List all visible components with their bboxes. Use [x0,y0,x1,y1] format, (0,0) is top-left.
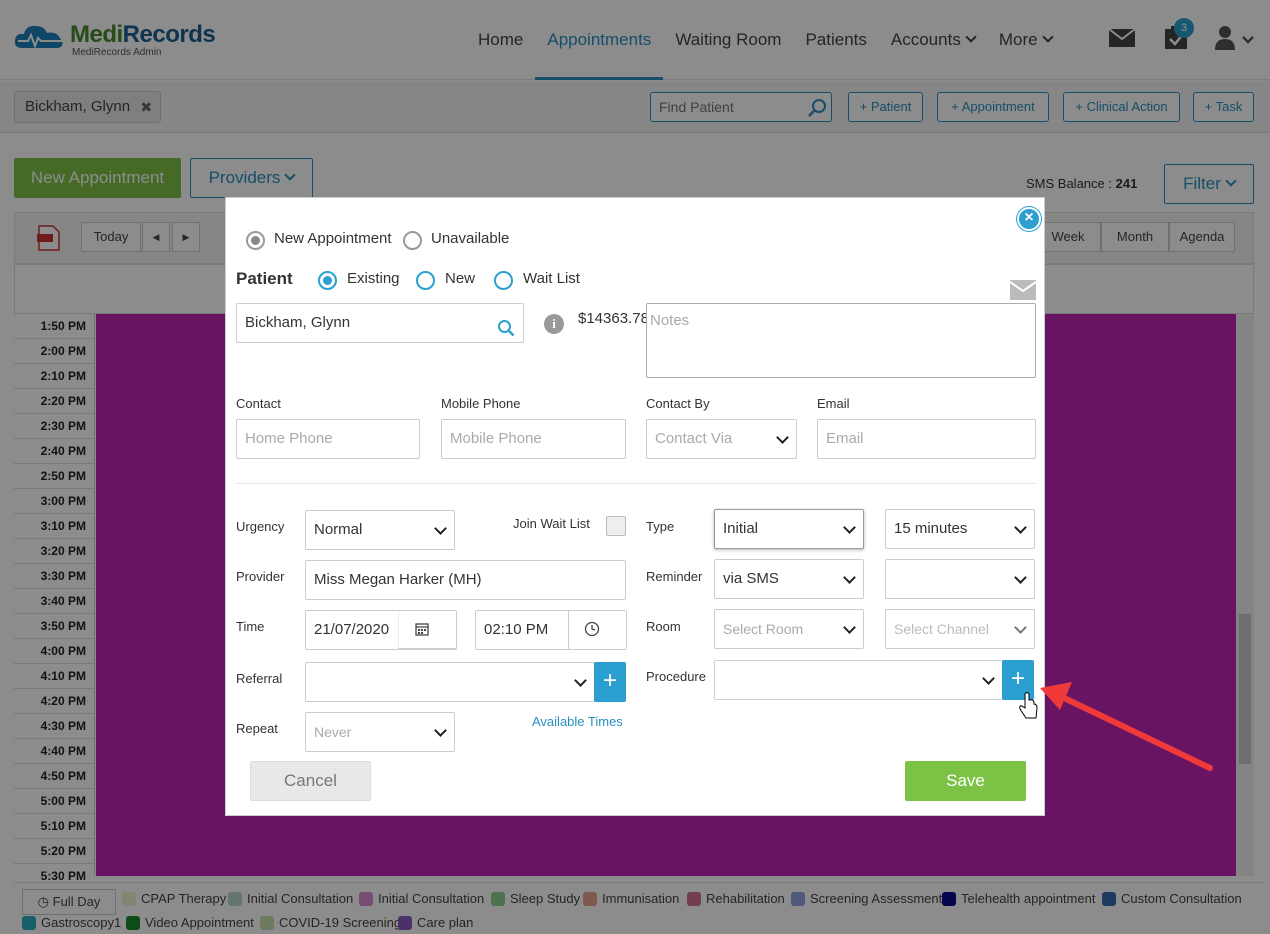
patient-balance: $14363.78 [578,310,646,327]
repeat-label: Repeat [236,721,278,736]
new-patient-radio[interactable] [416,271,435,290]
duration-value: 15 minutes [894,520,968,537]
room-label: Room [646,619,681,634]
repeat-value: Never [314,724,352,740]
urgency-label: Urgency [236,519,285,534]
contact-via-select[interactable]: Contact Via [646,419,797,459]
chevron-down-icon [1014,621,1027,634]
time-label: Time [236,619,265,634]
type-label: Type [646,519,675,534]
reminder-select[interactable]: via SMS [714,559,864,599]
save-button[interactable]: Save [905,761,1026,801]
reminder-label: Reminder [646,569,703,584]
mobile-phone-label: Mobile Phone [441,396,521,411]
chevron-down-icon [1014,521,1027,534]
cancel-button[interactable]: Cancel [250,761,371,801]
email-input[interactable]: Email [817,419,1036,459]
new-patient-label: New [445,270,476,287]
close-icon[interactable]: × [1017,207,1041,231]
time-value: 02:10 PM [484,621,549,638]
search-icon[interactable] [497,314,515,342]
existing-patient-radio[interactable] [318,271,337,290]
join-wait-list-label: Join Wait List [513,516,590,531]
date-value: 21/07/2020 [314,621,390,638]
home-phone-input[interactable]: Home Phone [236,419,420,459]
info-icon[interactable]: i [544,314,564,334]
new-appointment-radio[interactable] [246,231,265,250]
calendar-icon[interactable] [398,611,456,649]
reminder-extra-select[interactable] [885,559,1035,599]
new-appointment-radio-label: New Appointment [274,230,392,247]
available-times-link[interactable]: Available Times [532,714,623,729]
provider-input[interactable]: Miss Megan Harker (MH) [305,560,626,600]
time-input[interactable]: 02:10 PM [475,610,627,650]
referral-label: Referral [236,671,283,686]
procedure-select[interactable] [714,660,1003,700]
notes-textarea[interactable]: Notes [646,303,1036,378]
contact-via-value: Contact Via [655,430,733,447]
urgency-select[interactable]: Normal [305,510,455,550]
room-select[interactable]: Select Room [714,609,864,649]
reminder-value: via SMS [723,570,779,587]
procedure-label: Procedure [646,669,706,684]
chevron-down-icon [843,521,856,534]
patient-search-value: Bickham, Glynn [245,314,351,331]
unavailable-radio[interactable] [403,231,422,250]
room-value: Select Room [723,621,804,637]
patient-search-field[interactable]: Bickham, Glynn [236,303,524,343]
referral-select[interactable] [305,662,595,702]
form-divider [236,483,1036,484]
type-value: Initial [723,520,759,537]
provider-label: Provider [236,569,285,584]
wait-list-radio[interactable] [494,271,513,290]
contact-by-label: Contact By [646,396,710,411]
type-select[interactable]: Initial [714,509,864,549]
chevron-down-icon [982,672,995,685]
wait-list-label: Wait List [523,270,580,287]
chevron-down-icon [843,571,856,584]
add-referral-button[interactable]: + [594,662,626,702]
add-procedure-button[interactable]: + [1002,660,1034,700]
contact-label: Contact [236,396,281,411]
urgency-value: Normal [314,521,363,538]
clock-icon[interactable] [568,611,626,649]
unavailable-radio-label: Unavailable [431,230,510,247]
chevron-down-icon [776,431,789,444]
channel-value: Select Channel [894,621,989,637]
chevron-down-icon [1014,571,1027,584]
patient-heading: Patient [236,269,293,288]
repeat-select[interactable]: Never [305,712,455,752]
channel-select[interactable]: Select Channel [885,609,1035,649]
chevron-down-icon [434,522,447,535]
join-wait-list-checkbox[interactable] [606,516,626,536]
envelope-icon[interactable] [1009,280,1037,303]
new-appointment-dialog: × New Appointment Unavailable Patient Ex… [225,197,1045,816]
chevron-down-icon [843,621,856,634]
duration-select[interactable]: 15 minutes [885,509,1035,549]
chevron-down-icon [434,724,447,737]
date-input[interactable]: 21/07/2020 [305,610,457,650]
existing-patient-label: Existing [347,270,400,287]
chevron-down-icon [574,674,587,687]
email-label: Email [817,396,850,411]
mobile-phone-input[interactable]: Mobile Phone [441,419,626,459]
